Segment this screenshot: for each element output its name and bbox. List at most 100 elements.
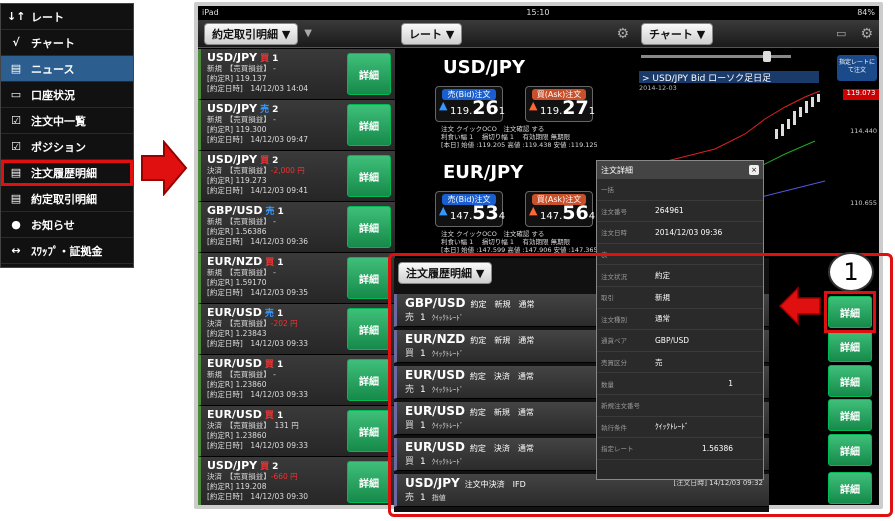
rate-pair: EUR/JPY — [443, 162, 524, 183]
bid-price-big: 53 — [472, 202, 499, 224]
gear-icon[interactable]: ⚙ — [616, 26, 629, 42]
popup-title: 注文詳細 — [601, 165, 633, 175]
ask-price-prefix: 147. — [540, 211, 563, 222]
ask-order-box[interactable]: 買(Ask)注文 ▲ 147.564 — [525, 191, 595, 227]
position-row[interactable]: EUR/USD 売 1 決済 【売買損益】-202 円 [約定R] 1.23843 [約定… — [198, 304, 395, 355]
menu-icon: ▤ — [10, 166, 22, 179]
ask-price-big: 56 — [562, 202, 589, 224]
position-row[interactable]: USD/JPY 買 1 新規 【売買損益】 - [約定R] 119.137 [約定日時] … — [198, 49, 395, 100]
bid-price-prefix: 119. — [450, 106, 473, 117]
menu-item[interactable]: ▤ 注文履歴明細 — [1, 160, 133, 186]
detail-button[interactable]: 詳細 — [347, 308, 391, 350]
detail-button[interactable]: 詳細 — [347, 104, 391, 146]
menu-item[interactable]: ▤ ニュース — [1, 56, 133, 82]
detail-button[interactable]: 詳細 — [347, 53, 391, 95]
current-price-tag: 119.073 — [843, 89, 879, 100]
arrow-up-icon: ▲ — [439, 99, 448, 112]
rate-dropdown[interactable]: レート ▼ — [401, 22, 463, 45]
menu-item[interactable]: ↓↑ レート — [1, 4, 133, 30]
chart-title: > USD/JPY Bid ローソク足日足 — [639, 71, 819, 83]
ask-price-prefix: 119. — [540, 106, 563, 117]
position-row[interactable]: GBP/USD 売 1 新規 【売買損益】 - [約定R] 1.56386 [約定日時] … — [198, 202, 395, 253]
quantity-label: 1 — [272, 54, 279, 64]
ask-order-box[interactable]: 買(Ask)注文 ▲ 119.271 — [525, 86, 596, 122]
quantity-label: 1 — [276, 309, 284, 319]
device-label: iPad — [202, 7, 219, 17]
status-bar: iPad 15:10 84% — [198, 6, 879, 18]
detail-button[interactable]: 詳細 — [347, 155, 391, 197]
menu-label: 注文履歴明細 — [31, 166, 97, 180]
position-row[interactable]: EUR/USD 買 1 決済 【売買損益】 131 円 [約定R] 1.23860 [約定… — [198, 406, 395, 457]
side-label: 買 — [265, 258, 275, 268]
menu-icon: ▤ — [10, 192, 22, 205]
trade-info: 新規 【売買損益】 - — [207, 268, 276, 277]
menu-item[interactable]: ☑ ポジション — [1, 134, 133, 160]
pair-label: EUR/NZD — [207, 255, 263, 268]
trade-info: 決済 【売買損益】 — [207, 166, 271, 175]
highlight-box — [824, 291, 876, 333]
position-row[interactable]: USD/JPY 買 2 決済 【売買損益】-2,000 円 [約定R] 119.273[… — [198, 151, 395, 202]
menu-item[interactable]: ▭ 口座状況 — [1, 82, 133, 108]
detail-button[interactable]: 詳細 — [347, 206, 391, 248]
trade-info: 新規 【売買損益】 - — [207, 64, 276, 73]
clock: 15:10 — [526, 7, 550, 17]
menu-icon: ☑ — [11, 114, 21, 127]
detail-button[interactable]: 詳細 — [347, 461, 391, 503]
position-row[interactable]: EUR/NZD 買 1 新規 【売買損益】 - [約定R] 1.59170 [約定日時] … — [198, 253, 395, 304]
y-axis-label: 114.440 — [850, 127, 877, 135]
position-row[interactable]: USD/JPY 売 2 新規 【売買損益】 - [約定R] 119.300 [約定日時] … — [198, 100, 395, 151]
ask-price: 147.564 — [540, 202, 595, 224]
chart-dropdown[interactable]: チャート ▼ — [641, 22, 714, 45]
menu-icon: √ — [12, 36, 20, 49]
filter-icon[interactable]: ▼ — [304, 28, 312, 39]
pair-label: GBP/USD — [207, 204, 263, 217]
menu-item[interactable]: √ チャート — [1, 30, 133, 56]
bid-order-box[interactable]: 売(Bid)注文 ▲ 119.261 — [435, 86, 506, 122]
menu-item[interactable]: ☑ 注文中一覧 — [1, 108, 133, 134]
quantity-label: 1 — [277, 207, 284, 217]
menu-label: チャート — [31, 36, 75, 50]
menu-item[interactable]: ▤ 約定取引明細 — [1, 186, 133, 212]
detail-value: 264961 — [655, 206, 684, 216]
position-row[interactable]: EUR/USD 買 1 新規 【売買損益】 - [約定R] 1.23860 [約定日時] … — [198, 355, 395, 406]
close-icon[interactable]: × — [749, 165, 759, 175]
menu-item[interactable]: ↔ ｽﾜｯﾌﾟ・証拠金 — [1, 238, 133, 264]
pair-label: USD/JPY — [207, 102, 258, 115]
rate-info: 注文 クイックOCO 注文確認 する — [441, 125, 545, 133]
menu-item[interactable]: ● お知らせ — [1, 212, 133, 238]
menu-label: ポジション — [31, 140, 86, 154]
menu-icon: ▤ — [10, 62, 22, 75]
menu-label: お知らせ — [31, 218, 75, 232]
window-icon[interactable]: ▭ — [836, 27, 846, 40]
position-row[interactable]: USD/JPY 買 2 決済 【売買損益】-660 円 [約定R] 119.208 [約定… — [198, 457, 395, 505]
pair-label: EUR/USD — [207, 408, 262, 421]
side-menu: ↓↑ レート √ チャート ▤ ニュース ▭ 口座状況 ☑ 注文中一覧 ☑ ポジション ▤ 注文履歴明細 ▤… — [0, 3, 134, 268]
gear-icon[interactable]: ⚙ — [860, 26, 873, 42]
quantity-label: 2 — [272, 156, 279, 166]
detail-button[interactable]: 詳細 — [347, 359, 391, 401]
positions-dropdown[interactable]: 約定取引明細 ▼ — [204, 22, 299, 45]
bid-price-big: 26 — [472, 97, 499, 119]
detail-button[interactable]: 詳細 — [347, 410, 391, 452]
callout-number: 1 — [828, 252, 874, 292]
slider-handle[interactable] — [763, 51, 771, 62]
detail-row: 一括 — [597, 179, 763, 201]
rate-info: 利食い幅 1 損切り幅 1 有効期限 無期限 — [441, 238, 571, 246]
detail-button[interactable]: 詳細 — [347, 257, 391, 299]
arrow-up-icon: ▲ — [529, 204, 538, 217]
bid-price-suffix: 1 — [498, 106, 506, 117]
arrow-up-icon: ▲ — [439, 204, 448, 217]
quantity-label: 2 — [272, 105, 279, 115]
ask-price-suffix: 1 — [588, 106, 596, 117]
trade-info: 新規 【売買損益】 - — [207, 115, 276, 124]
menu-label: 約定取引明細 — [31, 192, 97, 206]
side-label: 売 — [260, 105, 270, 115]
pointer-arrow-icon — [778, 286, 821, 326]
pointer-arrow-icon — [141, 140, 188, 196]
specified-rate-order-button[interactable]: 指定レートにて注文 — [837, 55, 877, 81]
detail-row: 注文日時 2014/12/03 09:36 — [597, 222, 763, 244]
side-label: 売 — [264, 309, 274, 319]
rate-info: 利食い幅 1 損切り幅 1 有効期限 無期限 — [441, 133, 571, 141]
bid-order-box[interactable]: 売(Bid)注文 ▲ 147.534 — [435, 191, 505, 227]
rate-info: 注文 クイックOCO 注文確認 する — [441, 230, 545, 238]
